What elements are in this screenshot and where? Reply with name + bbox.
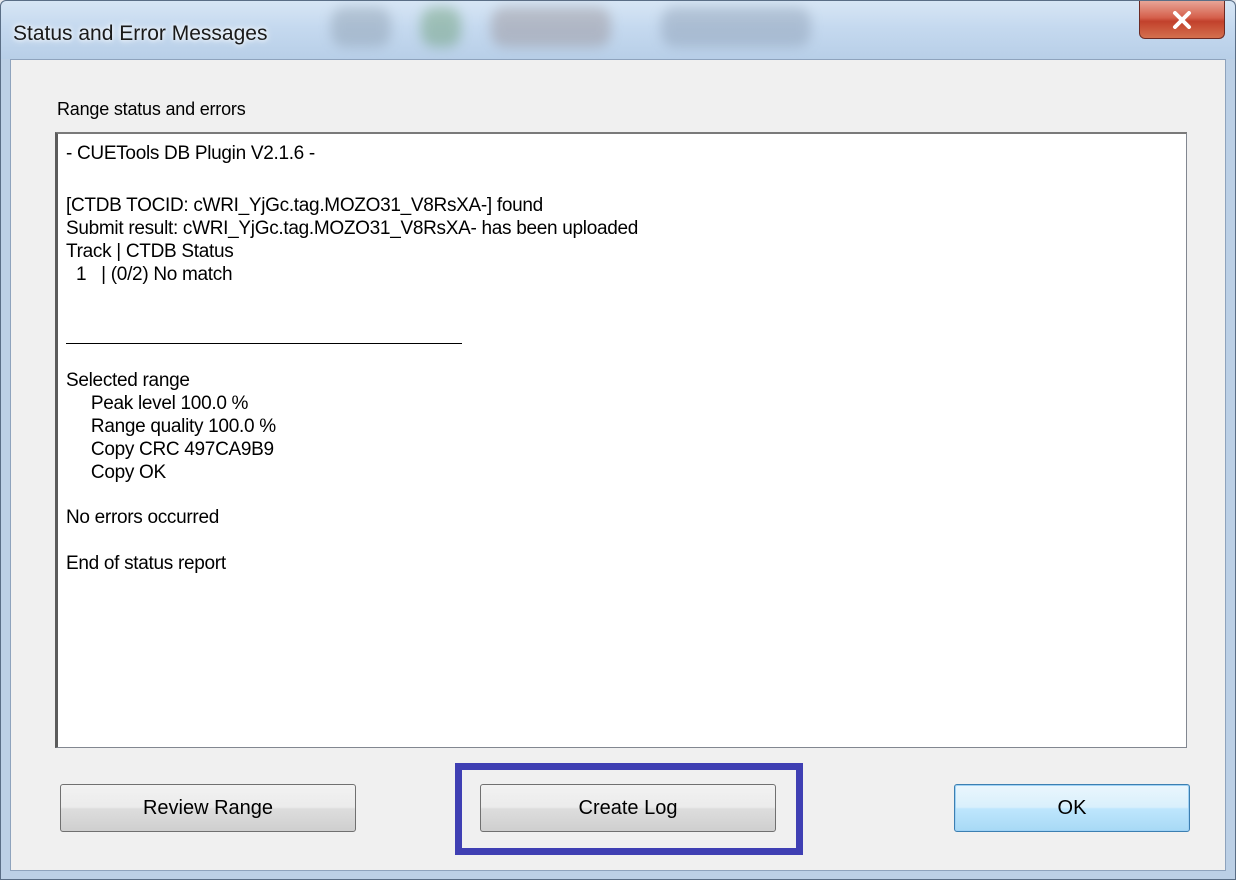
status-log-textbox[interactable]: - CUETools DB Plugin V2.1.6 - [CTDB TOCI… (55, 132, 1187, 748)
log-line-copy-ok: Copy OK (66, 462, 166, 483)
log-line-copy-crc: Copy CRC 497CA9B9 (66, 439, 274, 460)
log-line-selected-range: Selected range (66, 370, 190, 391)
log-line-peak-level: Peak level 100.0 % (66, 393, 249, 414)
ok-button[interactable]: OK (954, 784, 1190, 832)
separator-line (66, 343, 462, 344)
log-line-track-1: 1 | (0/2) No match (66, 264, 233, 285)
group-label: Range status and errors (57, 99, 246, 119)
review-range-button[interactable]: Review Range (60, 784, 356, 832)
log-line-track-header: Track | CTDB Status (66, 241, 234, 262)
background-blur (491, 7, 611, 47)
window-title: Status and Error Messages (13, 22, 268, 45)
log-line-end-report: End of status report (66, 553, 226, 574)
log-line-range-quality: Range quality 100.0 % (66, 416, 276, 437)
close-icon (1173, 10, 1191, 29)
dialog-client-area: Range status and errors - CUETools DB Pl… (10, 59, 1226, 871)
create-log-highlight (455, 763, 803, 855)
log-line-no-errors: No errors occurred (66, 507, 219, 528)
status-dialog-window: Status and Error Messages Range status a… (0, 0, 1236, 880)
background-blur (421, 7, 461, 47)
log-line-submit-result: Submit result: cWRI_YjGc.tag.MOZO31_V8Rs… (66, 218, 639, 239)
close-button[interactable] (1139, 1, 1225, 39)
log-line-tocid: [CTDB TOCID: cWRI_YjGc.tag.MOZO31_V8RsXA… (66, 195, 543, 216)
background-blur (661, 7, 811, 47)
log-line-header: - CUETools DB Plugin V2.1.6 - (66, 143, 315, 164)
background-blur (331, 7, 391, 47)
title-bar[interactable]: Status and Error Messages (1, 1, 1235, 59)
